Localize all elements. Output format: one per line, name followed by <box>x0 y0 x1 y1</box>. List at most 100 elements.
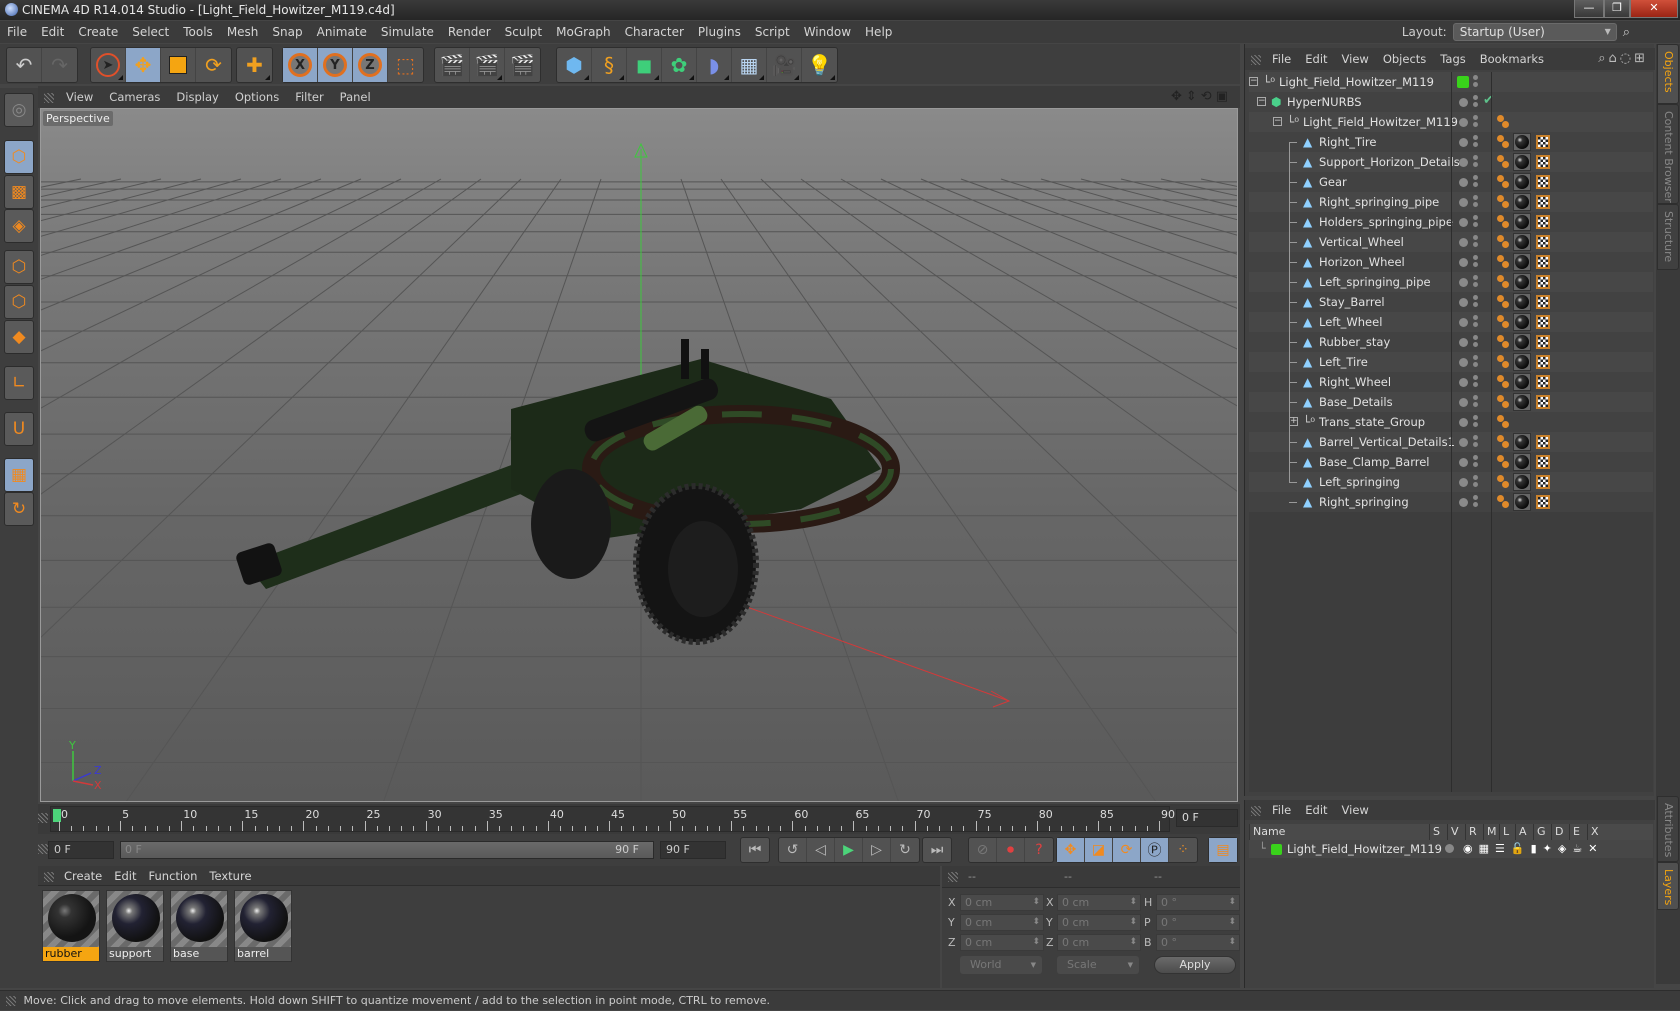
layer-visible-icon[interactable]: ◉ <box>1463 842 1479 855</box>
uvw-tag-icon[interactable] <box>1536 435 1550 449</box>
layer-column-name[interactable]: Name <box>1249 824 1285 840</box>
material-barrel[interactable]: barrel <box>234 890 292 962</box>
visibility-toggle[interactable] <box>1473 415 1478 420</box>
object-name[interactable]: Gear <box>1319 172 1347 192</box>
material-tag-icon[interactable] <box>1513 173 1531 191</box>
object-name[interactable]: Base_Details <box>1319 392 1393 412</box>
menu-render[interactable]: Render <box>441 21 498 43</box>
dolly-icon[interactable]: ⇕ <box>1186 89 1201 104</box>
menu-mesh[interactable]: Mesh <box>220 21 266 43</box>
phong-tag-icon[interactable] <box>1497 475 1504 482</box>
material-rubber[interactable]: rubber <box>42 890 100 962</box>
home-icon[interactable]: ⌂ <box>1608 51 1619 66</box>
maximize-button[interactable]: ❐ <box>1604 0 1630 18</box>
next-key-icon[interactable]: ↻ <box>891 838 919 862</box>
layer-xref-icon[interactable]: ✕ <box>1588 842 1603 855</box>
visibility-toggle[interactable] <box>1473 135 1478 140</box>
material-tag-icon[interactable] <box>1513 233 1531 251</box>
z-axis-lock-icon[interactable]: Z <box>353 48 388 82</box>
phong-tag-icon[interactable] <box>1497 155 1504 162</box>
rotation-p-field[interactable]: 0 ° <box>1156 914 1240 931</box>
layer-dot[interactable] <box>1459 338 1468 347</box>
visibility-toggle[interactable] <box>1473 455 1478 460</box>
eye-icon[interactable]: ◌ <box>1620 51 1634 66</box>
viewport-menu-options[interactable]: Options <box>227 86 287 108</box>
menu-edit[interactable]: Edit <box>34 21 71 43</box>
viewport-menu-filter[interactable]: Filter <box>287 86 331 108</box>
object-menu-objects[interactable]: Objects <box>1376 48 1433 70</box>
y-axis-lock-icon[interactable]: Y <box>318 48 353 82</box>
visibility-toggle[interactable] <box>1473 115 1478 120</box>
menu-create[interactable]: Create <box>71 21 125 43</box>
material-menu-function[interactable]: Function <box>143 866 204 886</box>
uvw-tag-icon[interactable] <box>1536 235 1550 249</box>
layer-dot[interactable] <box>1459 398 1468 407</box>
scale-key-icon[interactable]: ◪ <box>1085 838 1113 862</box>
current-frame-field[interactable]: 0 F <box>1176 809 1238 827</box>
expand-toggle[interactable]: − <box>1249 77 1258 86</box>
phong-tag-icon[interactable] <box>1497 115 1504 122</box>
polygons-mode-icon[interactable]: ◆ <box>4 320 34 354</box>
layer-dot[interactable] <box>1459 218 1468 227</box>
go-to-start-icon[interactable]: ⏮ <box>741 838 769 862</box>
timeline-window-icon[interactable]: ▤ <box>1209 838 1237 862</box>
object-menu-edit[interactable]: Edit <box>1298 48 1334 70</box>
layer-column-v[interactable]: V <box>1447 824 1459 840</box>
end-frame-field[interactable]: 90 F <box>660 841 726 859</box>
material-menu-texture[interactable]: Texture <box>203 866 257 886</box>
phong-tag-icon[interactable] <box>1497 195 1504 202</box>
tab-layers[interactable]: Layers <box>1657 862 1679 910</box>
uvw-tag-icon[interactable] <box>1536 375 1550 389</box>
layer-column-d[interactable]: D <box>1551 824 1563 840</box>
layer-row[interactable]: └ Light_Field_Howitzer_M119 ◉▦☰🔓▮✦◈☕✕ <box>1249 840 1653 858</box>
new-window-icon[interactable]: ⊞ <box>1634 51 1648 66</box>
spline-pen-icon[interactable]: § <box>592 48 627 82</box>
parameter-key-icon[interactable]: Ⓟ <box>1141 838 1169 862</box>
menu-simulate[interactable]: Simulate <box>374 21 441 43</box>
layer-dot[interactable] <box>1459 378 1468 387</box>
object-name[interactable]: Right_Tire <box>1319 132 1376 152</box>
object-name[interactable]: Stay_Barrel <box>1319 292 1385 312</box>
uvw-tag-icon[interactable] <box>1536 175 1550 189</box>
uvw-tag-icon[interactable] <box>1536 155 1550 169</box>
object-menu-tags[interactable]: Tags <box>1433 48 1472 70</box>
material-tag-icon[interactable] <box>1513 493 1531 511</box>
enabled-check-icon[interactable]: ✔ <box>1483 93 1494 108</box>
layer-dot[interactable] <box>1459 418 1468 427</box>
layer-column-a[interactable]: A <box>1515 824 1527 840</box>
layer-dot[interactable] <box>1459 158 1468 167</box>
material-tag-icon[interactable] <box>1513 393 1531 411</box>
phong-tag-icon[interactable] <box>1497 455 1504 462</box>
phong-tag-icon[interactable] <box>1497 235 1504 242</box>
menu-script[interactable]: Script <box>748 21 797 43</box>
pan-icon[interactable]: ✥ <box>1171 89 1186 104</box>
material-tag-icon[interactable] <box>1513 333 1531 351</box>
lock-workplane-icon[interactable]: ▦ <box>4 458 34 492</box>
expand-toggle[interactable]: − <box>1273 117 1282 126</box>
phong-tag-icon[interactable] <box>1497 335 1504 342</box>
edges-mode-icon[interactable]: ⬡ <box>4 285 34 319</box>
layer-color-swatch[interactable] <box>1457 76 1469 88</box>
menu-sculpt[interactable]: Sculpt <box>498 21 549 43</box>
layer-column-x[interactable]: X <box>1587 824 1599 840</box>
viewport-menu-cameras[interactable]: Cameras <box>101 86 168 108</box>
layer-dot[interactable] <box>1459 98 1468 107</box>
object-name[interactable]: Light_Field_Howitzer_M119 <box>1279 72 1434 92</box>
panel-grip[interactable] <box>44 93 54 103</box>
object-name[interactable]: Left_Wheel <box>1319 312 1382 332</box>
material-tag-icon[interactable] <box>1513 273 1531 291</box>
viewport-menu-panel[interactable]: Panel <box>332 86 379 108</box>
coordinate-space-dropdown[interactable]: World <box>960 956 1042 974</box>
render-picture-viewer-icon[interactable]: 🎬 <box>470 48 505 82</box>
workplane-rotate-icon[interactable]: ↻ <box>4 492 34 526</box>
visibility-toggle[interactable] <box>1473 495 1478 500</box>
uvw-tag-icon[interactable] <box>1536 495 1550 509</box>
floor-icon[interactable]: ▦ <box>732 48 767 82</box>
layer-manager-icon[interactable]: ☰ <box>1495 842 1511 855</box>
phong-tag-icon[interactable] <box>1497 355 1504 362</box>
object-name[interactable]: Vertical_Wheel <box>1319 232 1404 252</box>
make-editable-icon[interactable]: ◎ <box>4 93 34 127</box>
position-z-field[interactable]: 0 cm <box>960 934 1044 951</box>
tab-content-browser[interactable]: Content Browser <box>1657 104 1679 204</box>
record-help-icon[interactable]: ? <box>1025 838 1053 862</box>
